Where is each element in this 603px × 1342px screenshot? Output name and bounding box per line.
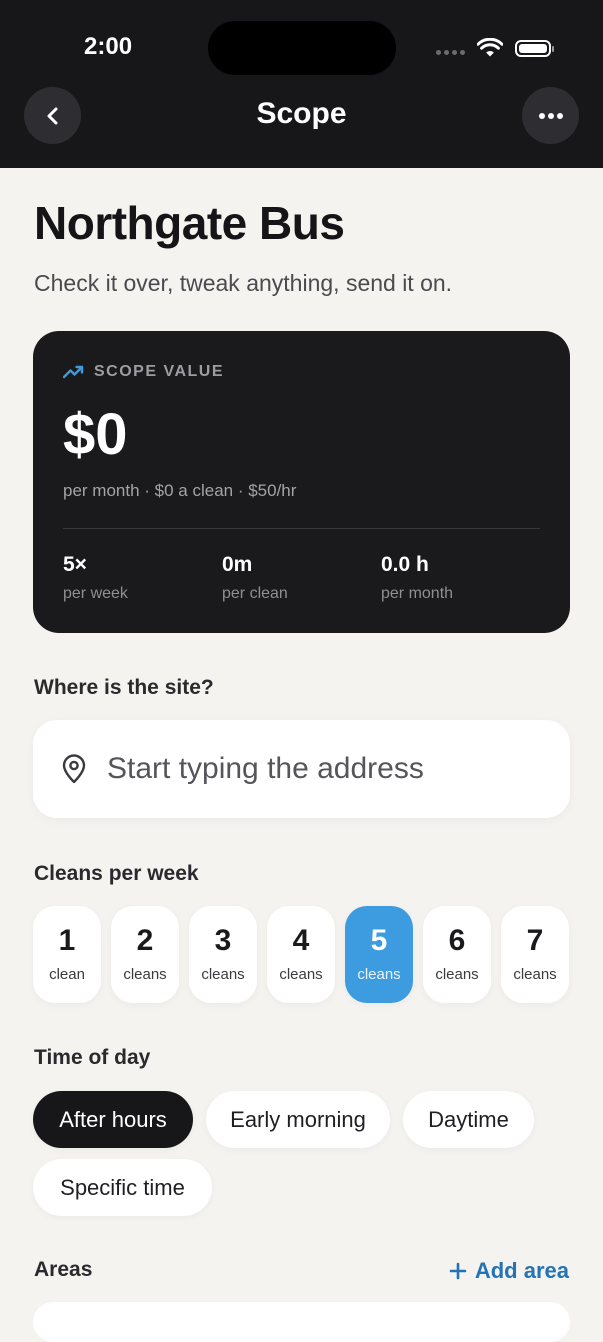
site-section-label: Where is the site? bbox=[34, 676, 214, 699]
stat-label: per month bbox=[381, 585, 454, 602]
option-number: 4 bbox=[292, 924, 310, 957]
areas-list-card bbox=[33, 1302, 570, 1342]
cleans-option-5[interactable]: 5 cleans bbox=[345, 906, 413, 1003]
plus-icon bbox=[449, 1262, 467, 1280]
divider bbox=[63, 528, 540, 529]
option-number: 3 bbox=[214, 924, 232, 957]
option-number: 7 bbox=[526, 924, 544, 957]
scope-label: SCOPE VALUE bbox=[94, 363, 224, 380]
cleans-option-7[interactable]: 7 cleans bbox=[501, 906, 569, 1003]
time-option-early-morning[interactable]: Early morning bbox=[206, 1091, 390, 1148]
page-title: Northgate Bus bbox=[34, 197, 345, 249]
time-of-day-section-label: Time of day bbox=[34, 1046, 151, 1069]
stat-per-clean: 0m per clean bbox=[222, 553, 288, 603]
stat-per-month: 0.0 h per month bbox=[381, 553, 453, 603]
stat-value: 5× bbox=[63, 553, 87, 576]
option-unit: cleans bbox=[279, 966, 323, 983]
battery-icon bbox=[515, 39, 554, 57]
time-option-specific-time[interactable]: Specific time bbox=[33, 1159, 212, 1216]
nav-title: Scope bbox=[256, 97, 347, 130]
wifi-icon bbox=[477, 38, 503, 57]
cleans-section-label: Cleans per week bbox=[34, 862, 199, 885]
stat-per-week: 5× per week bbox=[63, 553, 128, 603]
status-icons bbox=[436, 38, 554, 58]
top-bar: 2:00 Scope bbox=[0, 0, 603, 168]
stat-label: per week bbox=[63, 585, 128, 602]
option-unit: clean bbox=[49, 966, 85, 983]
address-input[interactable] bbox=[105, 751, 549, 787]
scope-value-card: SCOPE VALUE $0 per month · $0 a clean · … bbox=[33, 331, 570, 633]
cellular-signal-icon bbox=[436, 49, 465, 55]
more-options-button[interactable] bbox=[522, 87, 579, 144]
scope-summary: per month · $0 a clean · $50/hr bbox=[63, 481, 297, 500]
scope-label-row: SCOPE VALUE bbox=[63, 363, 224, 381]
address-field[interactable] bbox=[33, 720, 570, 818]
time-option-daytime[interactable]: Daytime bbox=[403, 1091, 534, 1148]
option-unit: cleans bbox=[123, 966, 167, 983]
option-unit: cleans bbox=[435, 966, 479, 983]
trending-up-icon bbox=[63, 365, 84, 379]
option-number: 2 bbox=[136, 924, 154, 957]
cleans-option-6[interactable]: 6 cleans bbox=[423, 906, 491, 1003]
option-unit: cleans bbox=[513, 966, 557, 983]
cleans-option-3[interactable]: 3 cleans bbox=[189, 906, 257, 1003]
cleans-option-1[interactable]: 1 clean bbox=[33, 906, 101, 1003]
option-number: 6 bbox=[448, 924, 466, 957]
option-number: 5 bbox=[370, 924, 388, 957]
time-option-after-hours[interactable]: After hours bbox=[33, 1091, 193, 1148]
cleans-option-4[interactable]: 4 cleans bbox=[267, 906, 335, 1003]
scope-value: $0 bbox=[63, 402, 128, 467]
page-subtitle: Check it over, tweak anything, send it o… bbox=[34, 270, 453, 296]
option-number: 1 bbox=[58, 924, 76, 957]
option-unit: cleans bbox=[201, 966, 245, 983]
add-area-label: Add area bbox=[474, 1258, 569, 1283]
cleans-per-week-selector: 1 clean 2 cleans 3 cleans 4 cleans 5 cle… bbox=[33, 906, 569, 1003]
option-unit: cleans bbox=[357, 966, 401, 983]
stat-value: 0m bbox=[222, 553, 253, 576]
add-area-button[interactable]: Add area bbox=[449, 1258, 569, 1284]
map-pin-icon bbox=[62, 754, 86, 784]
ellipsis-icon bbox=[538, 112, 563, 119]
areas-section-label: Areas bbox=[34, 1258, 93, 1281]
stat-label: per clean bbox=[222, 585, 288, 602]
cleans-option-2[interactable]: 2 cleans bbox=[111, 906, 179, 1003]
status-time: 2:00 bbox=[84, 33, 133, 60]
stat-value: 0.0 h bbox=[381, 553, 429, 576]
dynamic-island bbox=[208, 21, 396, 75]
